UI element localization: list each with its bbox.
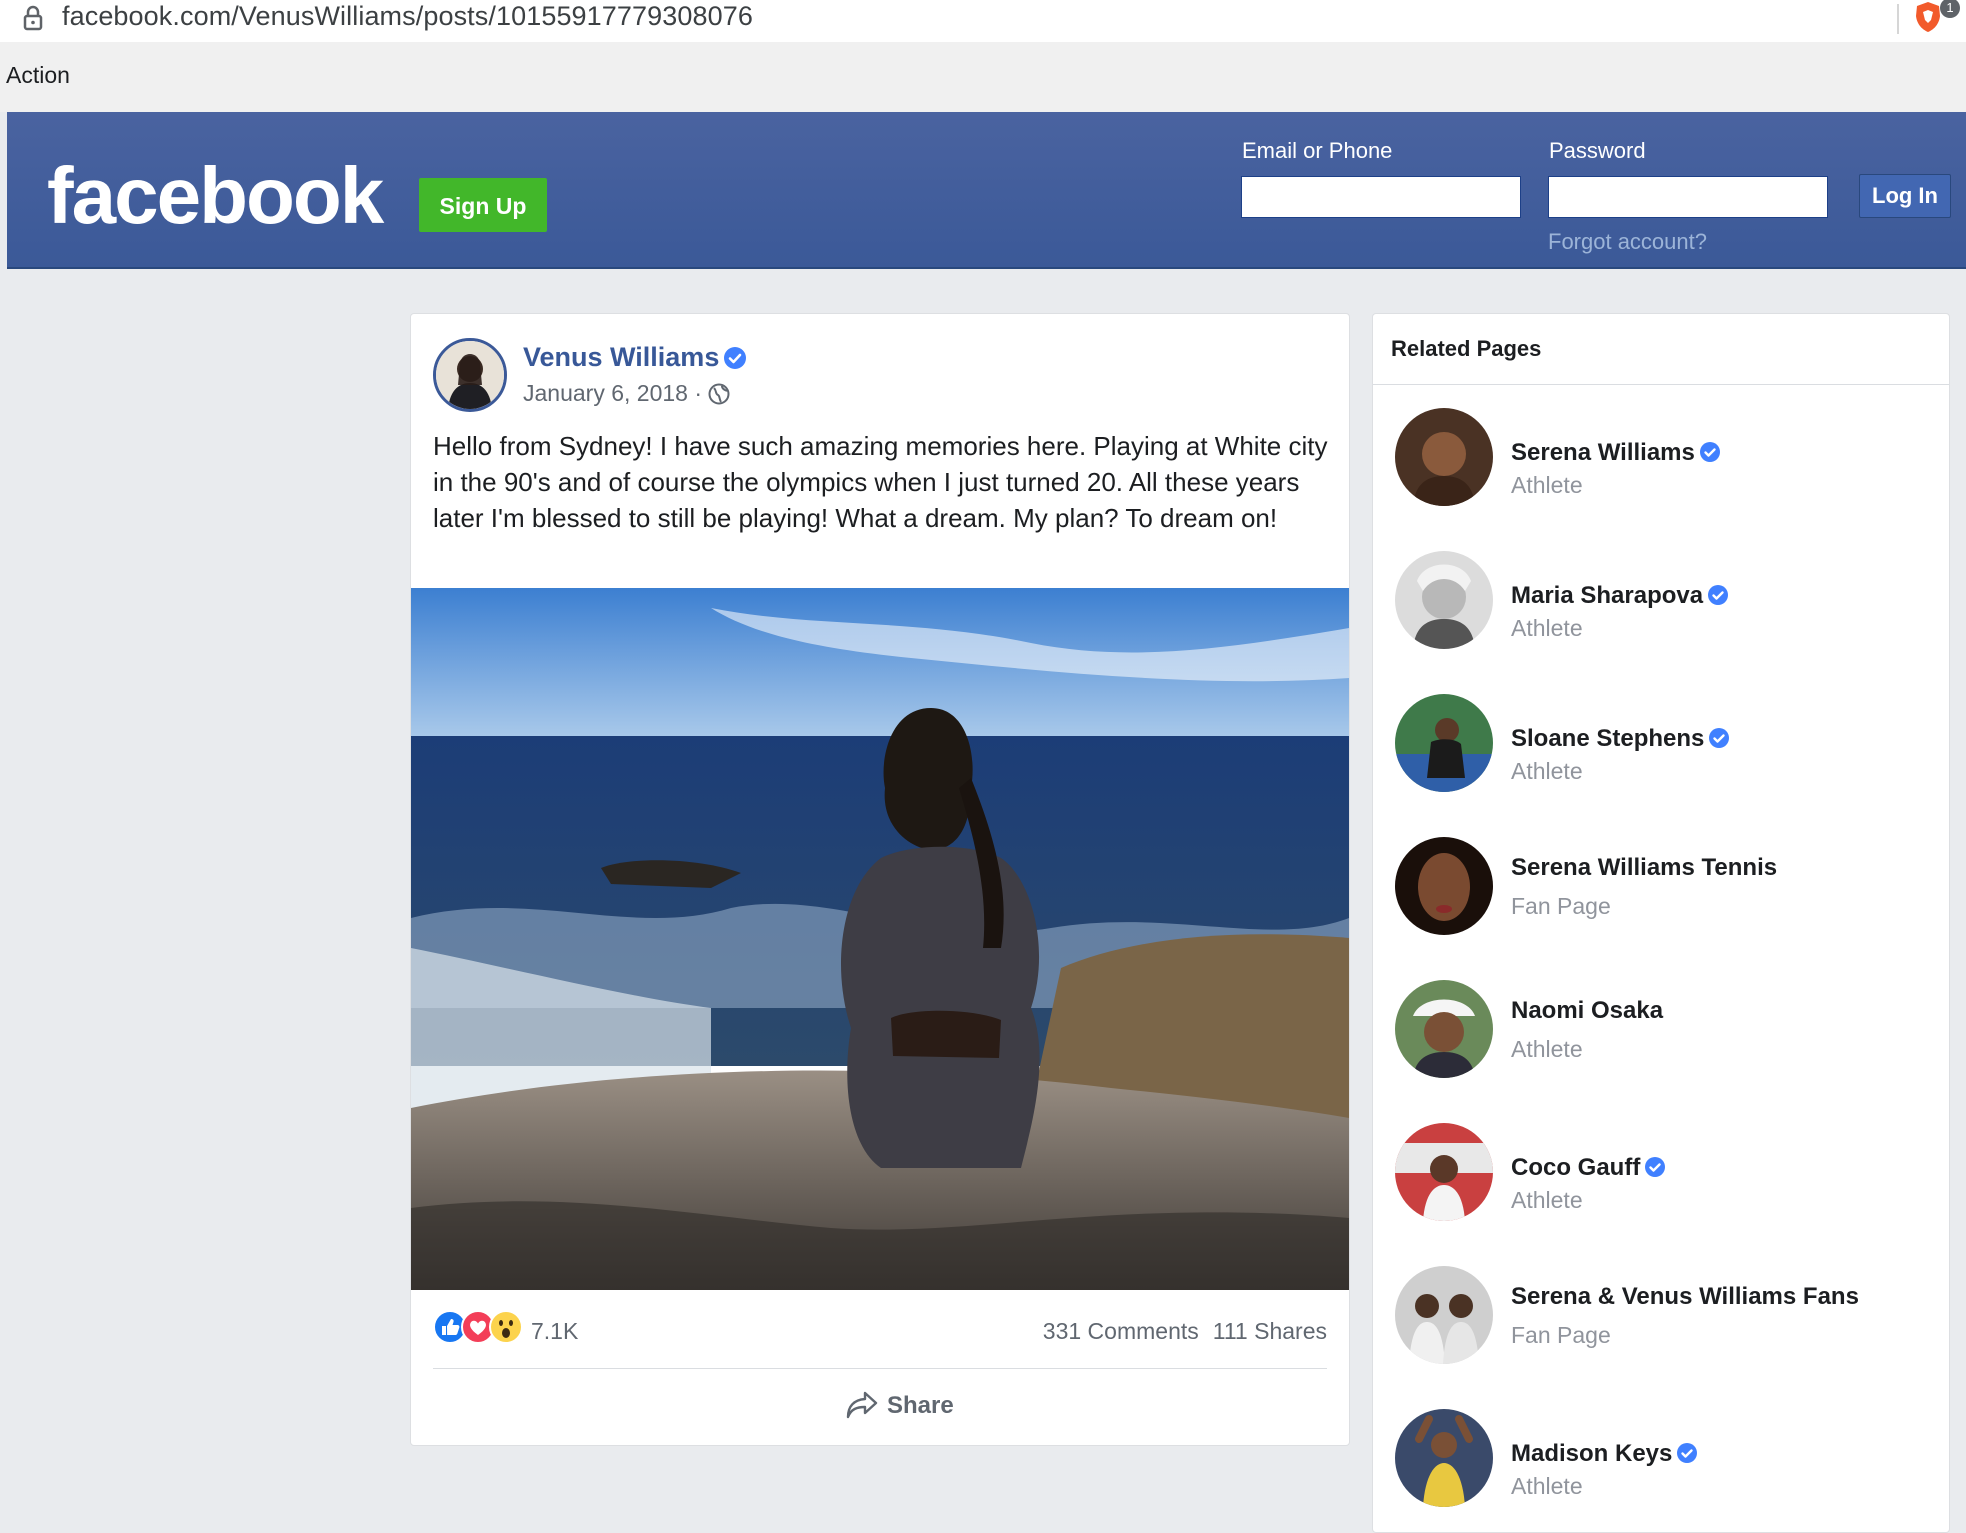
related-item[interactable]: Serena Williams Tennis Fan Page [1373,837,1949,947]
log-in-button[interactable]: Log In [1859,174,1951,218]
page-category: Fan Page [1511,893,1611,919]
related-divider [1373,384,1949,385]
sign-up-button[interactable]: Sign Up [419,178,547,232]
page-category: Athlete [1511,1473,1583,1499]
related-pages-panel: Related Pages Serena Williams Athlete Ma… [1372,313,1950,1533]
page-name-text[interactable]: Serena Williams Tennis [1511,854,1777,881]
page-category: Athlete [1511,472,1583,498]
post-date: January 6, 2018 · [523,380,730,411]
toolbar-divider [1897,4,1899,34]
page-name[interactable]: Madison Keys [1511,1440,1698,1471]
verified-icon [723,346,747,377]
url-text[interactable]: facebook.com/VenusWilliams/posts/1015591… [62,1,753,32]
shares-count[interactable]: 111 Shares [1213,1318,1327,1344]
action-bar: Action [0,42,1966,112]
page-name-text[interactable]: Serena & Venus Williams Fans [1511,1283,1859,1310]
page-name-text[interactable]: Maria Sharapova [1511,582,1703,609]
post-stats: 331 Comments 111 Shares [1043,1318,1327,1345]
author-avatar[interactable] [433,338,507,412]
page-category: Athlete [1511,758,1583,784]
page-category: Fan Page [1511,1322,1611,1348]
related-item[interactable]: Serena & Venus Williams Fans Fan Page [1373,1266,1949,1376]
globe-icon [708,383,730,411]
forgot-account-link[interactable]: Forgot account? [1548,229,1707,255]
page-name-text[interactable]: Serena Williams [1511,439,1695,466]
page-category: Athlete [1511,1036,1583,1062]
post-author-name[interactable]: Venus Williams [523,342,747,377]
page-name[interactable]: Maria Sharapova [1511,582,1729,613]
page-avatar[interactable] [1395,837,1493,935]
post-author-label[interactable]: Venus Williams [523,342,719,372]
page-name-text[interactable]: Sloane Stephens [1511,725,1704,752]
brave-shield-icon[interactable] [1913,0,1943,39]
browser-address-bar: facebook.com/VenusWilliams/posts/1015591… [0,0,1966,42]
share-button[interactable]: Share [845,1390,954,1420]
page-name[interactable]: Sloane Stephens [1511,725,1730,756]
page-name[interactable]: Naomi Osaka [1511,997,1663,1025]
wow-icon [489,1310,523,1349]
post-date-text[interactable]: January 6, 2018 · [523,380,702,406]
verified-icon [1707,584,1729,613]
password-label: Password [1549,138,1646,163]
verified-icon [1699,441,1721,470]
page-avatar[interactable] [1395,408,1493,506]
page-avatar[interactable] [1395,1123,1493,1221]
page-category: Athlete [1511,1187,1583,1213]
facebook-header: facebook Sign Up Email or Phone Password… [7,112,1966,269]
post-divider [433,1368,1327,1369]
verified-icon [1708,727,1730,756]
related-item[interactable]: Sloane Stephens Athlete [1373,694,1949,804]
related-item[interactable]: Naomi Osaka Athlete [1373,980,1949,1090]
post-message: Hello from Sydney! I have such amazing m… [433,431,1328,533]
comments-count[interactable]: 331 Comments [1043,1318,1199,1344]
page-name-text[interactable]: Coco Gauff [1511,1154,1640,1181]
email-field[interactable] [1241,176,1521,218]
page-name[interactable]: Coco Gauff [1511,1154,1666,1185]
post-card: Venus Williams January 6, 2018 · Hello f… [410,313,1350,1446]
share-icon [846,1391,878,1419]
reaction-count[interactable]: 7.1K [531,1318,578,1345]
related-item[interactable]: Maria Sharapova Athlete [1373,551,1949,661]
password-field[interactable] [1548,176,1828,218]
related-pages-title: Related Pages [1391,336,1542,361]
page-avatar[interactable] [1395,980,1493,1078]
post-photo[interactable] [411,588,1349,1290]
action-label[interactable]: Action [6,62,70,89]
page-avatar[interactable] [1395,694,1493,792]
verified-icon [1644,1156,1666,1185]
verified-icon [1676,1442,1698,1471]
email-label: Email or Phone [1242,138,1393,163]
lock-icon [22,5,44,36]
page-name-text[interactable]: Madison Keys [1511,1440,1672,1467]
related-item[interactable]: Coco Gauff Athlete [1373,1123,1949,1233]
page-name[interactable]: Serena Williams Tennis [1511,854,1777,882]
page-name[interactable]: Serena Williams [1511,439,1721,470]
related-item[interactable]: Serena Williams Athlete [1373,408,1949,518]
page-name[interactable]: Serena & Venus Williams Fans [1511,1283,1859,1311]
share-label: Share [887,1392,954,1419]
page-avatar[interactable] [1395,1266,1493,1364]
page-avatar[interactable] [1395,551,1493,649]
related-item[interactable]: Madison Keys Athlete [1373,1409,1949,1519]
page-avatar[interactable] [1395,1409,1493,1507]
page-name-text[interactable]: Naomi Osaka [1511,997,1663,1024]
shield-count-badge: 1 [1940,0,1960,18]
facebook-logo[interactable]: facebook [47,150,384,242]
page-category: Athlete [1511,615,1583,641]
